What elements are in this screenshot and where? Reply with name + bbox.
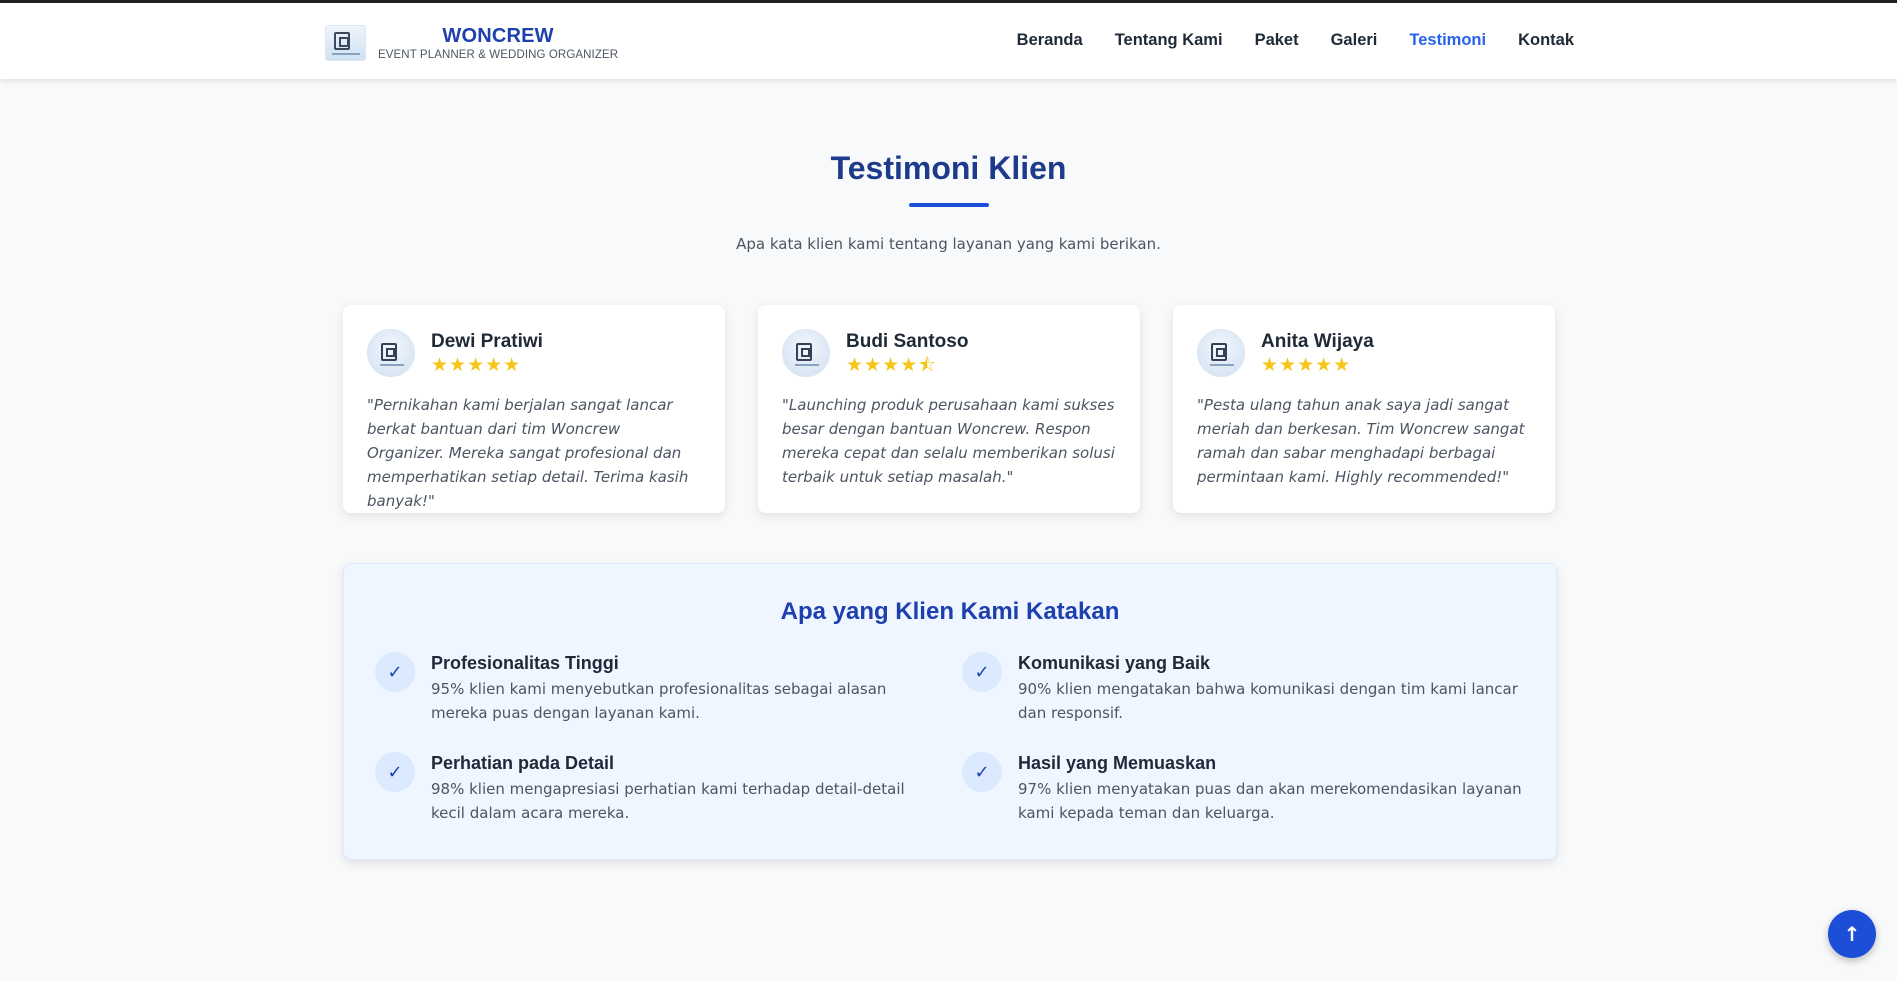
brand-logo — [325, 25, 366, 61]
reason-text: 98% klien mengapresiasi perhatian kami t… — [431, 780, 905, 822]
check-icon: ✓ — [375, 652, 415, 692]
reasons-panel: Apa yang Klien Kami Katakan ✓ Profesiona… — [343, 563, 1557, 860]
reason-text: 95% klien kami menyebutkan profesionalit… — [431, 680, 887, 722]
nav-kontak[interactable]: Kontak — [1518, 31, 1574, 50]
testimonial-card: Budi Santoso ★★★★⯪ "Launching produk per… — [758, 305, 1140, 513]
reason-item: ✓ Komunikasi yang Baik 90% klien mengata… — [962, 652, 1522, 725]
nav-galeri[interactable]: Galeri — [1331, 31, 1378, 50]
avatar — [367, 329, 415, 377]
section-title: Testimoni Klien — [830, 150, 1067, 186]
testimonial-card: Dewi Pratiwi ★★★★★ "Pernikahan kami berj… — [343, 305, 725, 513]
title-underline — [909, 203, 989, 207]
nav-beranda[interactable]: Beranda — [1017, 31, 1083, 50]
check-icon: ✓ — [962, 652, 1002, 692]
reason-item: ✓ Perhatian pada Detail 98% klien mengap… — [375, 752, 935, 825]
brand[interactable]: WONCREW EVENT PLANNER & WEDDING ORGANIZE… — [325, 25, 618, 61]
reason-text: 97% klien menyatakan puas dan akan merek… — [1018, 780, 1522, 822]
nav-testimoni[interactable]: Testimoni — [1409, 31, 1486, 50]
testimonial-quote: "Launching produk perusahaan kami sukses… — [782, 396, 1115, 486]
testimonial-cards: Dewi Pratiwi ★★★★★ "Pernikahan kami berj… — [343, 305, 1555, 513]
reason-text: 90% klien mengatakan bahwa komunikasi de… — [1018, 680, 1518, 722]
reasons-title: Apa yang Klien Kami Katakan — [780, 598, 1120, 625]
navbar: WONCREW EVENT PLANNER & WEDDING ORGANIZE… — [0, 3, 1897, 79]
main-nav: Beranda Tentang Kami Paket Galeri Testim… — [1017, 31, 1574, 50]
client-name: Dewi Pratiwi — [431, 331, 543, 352]
reason-title: Perhatian pada Detail — [431, 753, 615, 773]
nav-tentang-kami[interactable]: Tentang Kami — [1115, 31, 1223, 50]
client-name: Anita Wijaya — [1261, 331, 1374, 352]
check-icon: ✓ — [375, 752, 415, 792]
star-rating-icon: ★★★★★ — [431, 354, 522, 376]
avatar — [1197, 329, 1245, 377]
testimonial-card: Anita Wijaya ★★★★★ "Pesta ulang tahun an… — [1173, 305, 1555, 513]
reason-title: Komunikasi yang Baik — [1018, 653, 1211, 673]
star-rating-icon: ★★★★⯪ — [846, 354, 938, 376]
nav-paket[interactable]: Paket — [1255, 31, 1299, 50]
client-name: Budi Santoso — [846, 331, 969, 352]
section-subtitle: Apa kata klien kami tentang layanan yang… — [736, 235, 1161, 253]
back-to-top-button[interactable]: ↑ — [1828, 910, 1876, 958]
testimonial-quote: "Pesta ulang tahun anak saya jadi sangat… — [1197, 396, 1525, 486]
reason-item: ✓ Hasil yang Memuaskan 97% klien menyata… — [962, 752, 1522, 825]
brand-tagline: EVENT PLANNER & WEDDING ORGANIZER — [378, 49, 619, 61]
brand-name: WONCREW — [442, 25, 554, 47]
reason-title: Hasil yang Memuaskan — [1018, 753, 1217, 773]
avatar — [782, 329, 830, 377]
reason-title: Profesionalitas Tinggi — [431, 653, 619, 673]
testimonial-quote: "Pernikahan kami berjalan sangat lancar … — [367, 396, 689, 510]
logo-mark-icon — [334, 32, 350, 50]
check-icon: ✓ — [962, 752, 1002, 792]
star-rating-icon: ★★★★★ — [1261, 354, 1352, 376]
reason-item: ✓ Profesionalitas Tinggi 95% klien kami … — [375, 652, 935, 725]
arrow-up-icon: ↑ — [1843, 922, 1861, 946]
